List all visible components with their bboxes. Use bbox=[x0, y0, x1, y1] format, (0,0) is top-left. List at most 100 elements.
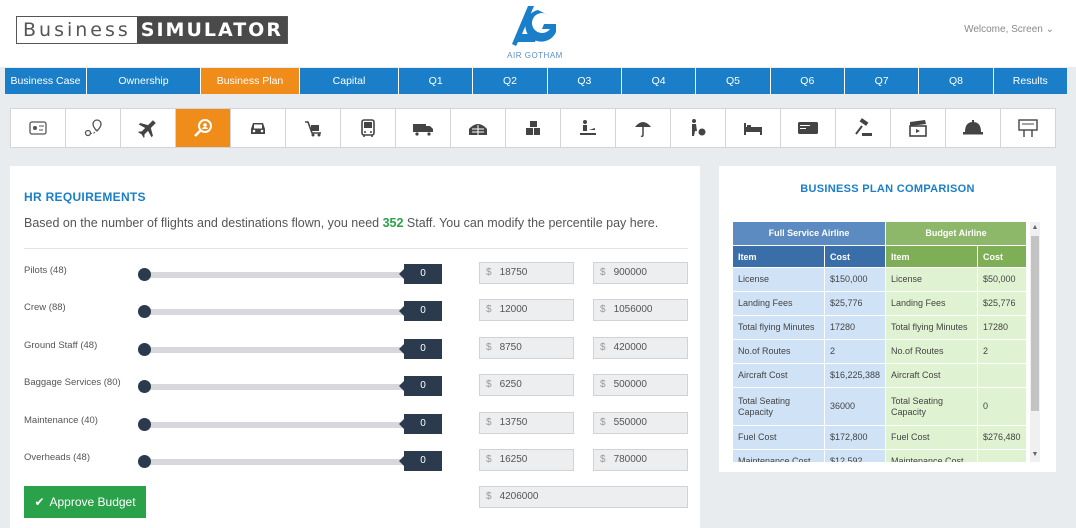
budget-cost-cell: $276,480 bbox=[978, 426, 1027, 449]
category-cargo-button[interactable] bbox=[506, 109, 561, 147]
category-check-in-button[interactable] bbox=[561, 109, 616, 147]
category-hangar-button[interactable] bbox=[451, 109, 506, 147]
budget-item-col: Item bbox=[886, 245, 978, 267]
grand-total-value: 4206000 bbox=[499, 491, 539, 502]
total-cost-value: 420000 bbox=[613, 342, 647, 353]
unit-cost-field: $8750 bbox=[479, 337, 574, 359]
tab-q8[interactable]: Q8 bbox=[919, 68, 994, 94]
dollar-icon: $ bbox=[600, 304, 606, 315]
approve-budget-button[interactable]: ✔ Approve Budget bbox=[24, 486, 146, 518]
chevron-down-icon: ⌄ bbox=[1045, 24, 1054, 35]
tab-business-case[interactable]: Business Case bbox=[5, 68, 87, 94]
tab-capital[interactable]: Capital bbox=[300, 68, 399, 94]
tab-q4[interactable]: Q4 bbox=[621, 68, 697, 94]
table-scrollbar[interactable]: ▲ ▼ bbox=[1030, 222, 1040, 462]
category-route-map-button[interactable] bbox=[66, 109, 121, 147]
category-car-button[interactable] bbox=[231, 109, 286, 147]
budget-cost-cell: $50,000 bbox=[978, 268, 1027, 291]
staff-count: 352 bbox=[382, 216, 404, 230]
business-simulator-logo[interactable]: Business SIMULATOR bbox=[16, 16, 288, 44]
app-header: Business SIMULATOR AIR GOTHAM Welcome, S… bbox=[0, 0, 1076, 67]
percentile-slider-track[interactable] bbox=[144, 272, 406, 278]
tab-q3[interactable]: Q3 bbox=[547, 68, 622, 94]
category-cleaning-button[interactable] bbox=[671, 109, 726, 147]
dollar-icon: $ bbox=[600, 417, 606, 428]
category-media-clapper-button[interactable] bbox=[891, 109, 946, 147]
total-cost-value: 900000 bbox=[613, 267, 647, 278]
category-airplane-button[interactable] bbox=[121, 109, 176, 147]
unit-cost-value: 12000 bbox=[499, 304, 528, 315]
full-cost-cell: 17280 bbox=[825, 316, 886, 339]
percentile-value: 0 bbox=[399, 301, 442, 321]
approve-label: Approve Budget bbox=[49, 495, 136, 509]
tab-business-plan[interactable]: Business Plan bbox=[201, 68, 300, 94]
tab-ownership[interactable]: Ownership bbox=[87, 68, 201, 94]
license-icon bbox=[29, 121, 47, 135]
check-in-icon bbox=[580, 120, 596, 135]
full-item-cell: Aircraft Cost bbox=[733, 364, 825, 387]
percentile-slider-track[interactable] bbox=[144, 384, 406, 390]
budget-item-cell: Maintenance Cost bbox=[886, 450, 978, 462]
percentile-slider-handle[interactable] bbox=[138, 455, 151, 468]
comparison-table: Full Service Airline Budget Airline Item… bbox=[733, 222, 1043, 462]
tab-q7[interactable]: Q7 bbox=[844, 68, 920, 94]
scroll-thumb[interactable] bbox=[1031, 236, 1039, 411]
category-bed-button[interactable] bbox=[726, 109, 781, 147]
business-plan-comparison-panel: BUSINESS PLAN COMPARISON Full Service Ai… bbox=[719, 166, 1056, 472]
full-item-col: Item bbox=[733, 245, 825, 267]
welcome-user-menu[interactable]: Welcome, Screen ⌄ bbox=[964, 24, 1054, 35]
percentile-slider-track[interactable] bbox=[144, 459, 406, 465]
category-umbrella-button[interactable] bbox=[616, 109, 671, 147]
tab-q2[interactable]: Q2 bbox=[473, 68, 548, 94]
category-billboard-button[interactable] bbox=[1001, 109, 1055, 147]
total-cost-value: 550000 bbox=[613, 417, 647, 428]
category-baggage-cart-button[interactable] bbox=[286, 109, 341, 147]
percentile-slider-handle[interactable] bbox=[138, 418, 151, 431]
budget-item-cell: Total Seating Capacity bbox=[886, 388, 978, 425]
scroll-up-icon[interactable]: ▲ bbox=[1030, 223, 1040, 233]
percentile-slider-handle[interactable] bbox=[138, 268, 151, 281]
route-map-icon bbox=[84, 119, 102, 137]
full-cost-cell: $150,000 bbox=[825, 268, 886, 291]
hr-row: Pilots (48) 0 $18750 $900000 bbox=[24, 262, 694, 286]
hr-description: Based on the number of flights and desti… bbox=[24, 216, 658, 230]
total-cost-field: $500000 bbox=[593, 374, 688, 396]
tab-results[interactable]: Results bbox=[993, 68, 1067, 94]
category-legal-gavel-button[interactable] bbox=[836, 109, 891, 147]
full-cost-cell: $16,225,388 bbox=[825, 364, 886, 387]
hr-row-label: Ground Staff (48) bbox=[24, 340, 98, 351]
divider bbox=[24, 248, 688, 249]
scroll-down-icon[interactable]: ▼ bbox=[1030, 450, 1040, 460]
budget-cost-cell bbox=[978, 450, 1027, 462]
category-bus-button[interactable] bbox=[341, 109, 396, 147]
budget-cost-cell: 17280 bbox=[978, 316, 1027, 339]
baggage-cart-icon bbox=[305, 121, 321, 137]
unit-cost-field: $13750 bbox=[479, 412, 574, 434]
full-item-cell: Total flying Minutes bbox=[733, 316, 825, 339]
category-member-card-button[interactable] bbox=[781, 109, 836, 147]
tab-q6[interactable]: Q6 bbox=[770, 68, 845, 94]
full-cost-col: Cost bbox=[825, 245, 886, 267]
percentile-slider-handle[interactable] bbox=[138, 343, 151, 356]
comparison-row: Maintenance Cost $12,592 Maintenance Cost bbox=[733, 449, 1041, 462]
logo-text-left: Business bbox=[17, 17, 137, 43]
full-cost-cell: $172,800 bbox=[825, 426, 886, 449]
percentile-slider-handle[interactable] bbox=[138, 305, 151, 318]
comparison-header-row: Full Service Airline Budget Airline bbox=[733, 222, 1041, 245]
category-safety-helmet-button[interactable] bbox=[946, 109, 1001, 147]
category-hr-search-button[interactable] bbox=[176, 109, 231, 147]
tab-q1[interactable]: Q1 bbox=[399, 68, 474, 94]
percentile-slider-handle[interactable] bbox=[138, 380, 151, 393]
full-item-cell: Landing Fees bbox=[733, 292, 825, 315]
dollar-icon: $ bbox=[600, 379, 606, 390]
brand-name: AIR GOTHAM bbox=[507, 51, 563, 60]
percentile-slider-track[interactable] bbox=[144, 309, 406, 315]
hr-requirements-panel: HR REQUIREMENTS Based on the number of f… bbox=[10, 166, 700, 528]
percentile-slider-track[interactable] bbox=[144, 422, 406, 428]
unit-cost-value: 6250 bbox=[499, 379, 522, 390]
hr-desc-before: Based on the number of flights and desti… bbox=[24, 216, 383, 230]
percentile-slider-track[interactable] bbox=[144, 347, 406, 353]
category-truck-button[interactable] bbox=[396, 109, 451, 147]
tab-q5[interactable]: Q5 bbox=[696, 68, 771, 94]
category-license-button[interactable] bbox=[11, 109, 66, 147]
